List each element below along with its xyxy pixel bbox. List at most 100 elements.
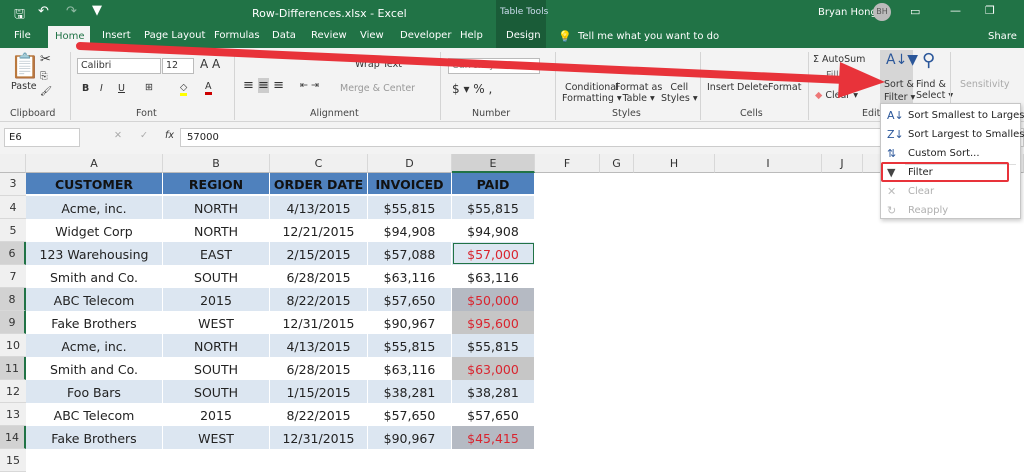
user-name[interactable]: Bryan Hong [818, 7, 877, 18]
tab-page-layout[interactable]: Page Layout [144, 30, 205, 41]
table-cell[interactable]: ABC Telecom [26, 288, 163, 311]
table-cell[interactable]: $38,281 [368, 380, 452, 403]
table-header-cell[interactable]: PAID [452, 173, 535, 194]
tab-developer[interactable]: Developer [400, 30, 451, 41]
column-header[interactable]: E [452, 154, 535, 173]
paste-icon[interactable]: 📋 [10, 52, 40, 80]
table-header-cell[interactable]: INVOICED [368, 173, 452, 194]
font-color-icon[interactable]: A [205, 81, 212, 95]
column-header[interactable]: C [270, 154, 368, 173]
fill-color-icon[interactable]: ◇ [180, 82, 188, 96]
menu-item-sort-largest-to-smallest[interactable]: Z↓ Sort Largest to Smallest [881, 126, 1024, 145]
wrap-text-button[interactable]: Wrap Text [355, 59, 402, 70]
tab-data[interactable]: Data [272, 30, 296, 41]
table-header-cell[interactable]: ORDER DATE [270, 173, 368, 194]
table-cell[interactable]: EAST [163, 242, 270, 265]
table-cell[interactable]: 12/31/2015 [270, 311, 368, 334]
font-size-select[interactable]: 12 [162, 58, 194, 74]
delete-cells-button[interactable]: Delete [737, 82, 768, 93]
row-header[interactable]: 14 [0, 426, 26, 449]
table-cell[interactable]: Acme, inc. [26, 196, 163, 219]
table-cell[interactable]: $45,415 [452, 426, 535, 449]
format-cells-button[interactable]: Format [768, 82, 801, 93]
tab-review[interactable]: Review [311, 30, 347, 41]
tab-view[interactable]: View [360, 30, 384, 41]
redo-icon[interactable]: ↷ [66, 4, 77, 19]
table-cell[interactable]: NORTH [163, 334, 270, 357]
table-cell[interactable]: Acme, inc. [26, 334, 163, 357]
row-header[interactable]: 6 [0, 242, 26, 265]
row-header[interactable]: 4 [0, 196, 26, 219]
table-cell[interactable]: Fake Brothers [26, 311, 163, 334]
table-cell[interactable]: Smith and Co. [26, 265, 163, 288]
row-header[interactable]: 13 [0, 403, 26, 426]
number-format-select[interactable]: Currency [448, 58, 540, 74]
table-cell[interactable]: SOUTH [163, 380, 270, 403]
table-cell[interactable]: $57,650 [368, 288, 452, 311]
column-header[interactable]: G [600, 154, 634, 173]
merge-center-button[interactable]: Merge & Center [340, 83, 415, 94]
table-cell[interactable]: $63,116 [368, 357, 452, 380]
table-cell[interactable]: ABC Telecom [26, 403, 163, 426]
tell-me-search[interactable]: Tell me what you want to do [578, 31, 719, 42]
tab-home[interactable]: Home [48, 26, 90, 48]
table-cell[interactable]: $94,908 [452, 219, 535, 242]
table-cell[interactable]: $94,908 [368, 219, 452, 242]
undo-icon[interactable]: ↶ [38, 4, 49, 19]
save-icon[interactable]: 🖫 [14, 5, 25, 27]
table-cell[interactable]: 12/21/2015 [270, 219, 368, 242]
table-cell[interactable]: $63,116 [452, 265, 535, 288]
table-cell[interactable]: Smith and Co. [26, 357, 163, 380]
table-cell[interactable]: $55,815 [368, 334, 452, 357]
menu-item-reapply[interactable]: ↻ Reapply [881, 202, 1020, 221]
minimize-icon[interactable]: — [950, 4, 961, 17]
enter-icon[interactable]: ✓ [140, 130, 148, 141]
column-header[interactable]: I [715, 154, 822, 173]
table-cell[interactable]: 6/28/2015 [270, 357, 368, 380]
table-cell[interactable]: $57,650 [452, 403, 535, 426]
sensitivity-button[interactable]: Sensitivity [960, 79, 1009, 90]
table-cell[interactable]: WEST [163, 311, 270, 334]
table-cell[interactable]: 4/13/2015 [270, 196, 368, 219]
worksheet-grid[interactable]: A B C D E F G H I J 3 CUSTOMER REGION ORDER DATE INVOI… [0, 154, 1024, 472]
table-cell[interactable]: NORTH [163, 196, 270, 219]
table-cell[interactable]: Foo Bars [26, 380, 163, 403]
table-cell[interactable]: 123 Warehousing [26, 242, 163, 265]
table-cell[interactable]: $57,088 [368, 242, 452, 265]
row-header[interactable]: 5 [0, 219, 26, 242]
table-cell[interactable]: WEST [163, 426, 270, 449]
table-cell[interactable]: 4/13/2015 [270, 334, 368, 357]
avatar[interactable]: BH [873, 3, 891, 21]
bold-button[interactable]: B [82, 83, 89, 94]
row-header[interactable]: 11 [0, 357, 26, 380]
column-header[interactable]: D [368, 154, 452, 173]
menu-item-sort-smallest-to-largest[interactable]: A↓ Sort Smallest to Largest [881, 107, 1024, 126]
conditional-formatting-button[interactable]: Conditional Formatting ▾ [562, 82, 622, 104]
sort-filter-button[interactable]: A↓▼ Sort & Filter ▾ [880, 50, 918, 104]
fill-button[interactable]: Fill [826, 70, 839, 81]
table-cell[interactable]: NORTH [163, 219, 270, 242]
underline-button[interactable]: U [118, 83, 125, 94]
table-cell[interactable]: 8/22/2015 [270, 288, 368, 311]
table-cell[interactable]: 6/28/2015 [270, 265, 368, 288]
format-painter-icon[interactable]: 🖌 [40, 86, 52, 97]
name-box[interactable]: E6 [4, 128, 80, 147]
table-header-cell[interactable]: CUSTOMER [26, 173, 163, 194]
table-cell[interactable]: 8/22/2015 [270, 403, 368, 426]
table-cell[interactable]: $55,815 [368, 196, 452, 219]
table-cell[interactable]: 1/15/2015 [270, 380, 368, 403]
column-header[interactable]: B [163, 154, 270, 173]
table-cell[interactable]: $50,000 [452, 288, 535, 311]
filter-qat-icon[interactable]: ▼ [92, 3, 102, 18]
borders-icon[interactable]: ⊞ [145, 82, 153, 93]
insert-cells-button[interactable]: Insert [707, 82, 734, 93]
column-header[interactable]: H [634, 154, 715, 173]
format-as-table-button[interactable]: Format as Table ▾ [615, 82, 662, 104]
table-cell[interactable]: $38,281 [452, 380, 535, 403]
table-cell[interactable]: SOUTH [163, 265, 270, 288]
tab-file[interactable]: File [14, 30, 31, 41]
paste-button[interactable]: Paste [11, 81, 37, 92]
font-name-select[interactable]: Calibri [77, 58, 161, 74]
row-header[interactable]: 9 [0, 311, 26, 334]
clear-button[interactable]: ◆ Clear ▾ [815, 90, 858, 101]
